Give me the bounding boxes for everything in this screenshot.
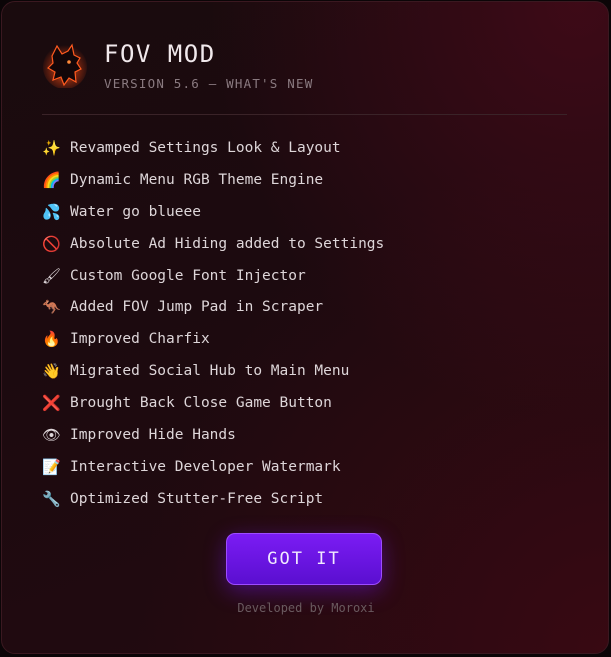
cross-mark-icon: ❌ xyxy=(42,394,61,413)
dialog-header: FOV MOD VERSION 5.6 — WHAT'S NEW xyxy=(42,40,567,100)
changelog-item-label: Water go blueee xyxy=(70,203,201,220)
list-item: 📝 Interactive Developer Watermark xyxy=(42,451,572,483)
header-divider xyxy=(42,114,567,115)
whats-new-dialog: FOV MOD VERSION 5.6 — WHAT'S NEW ✨ Revamp… xyxy=(1,1,609,654)
list-item: 🔧 Optimized Stutter-Free Script xyxy=(42,483,572,515)
kangaroo-icon: 🦘 xyxy=(42,298,61,317)
developer-credit: Developed by Moroxi xyxy=(237,601,375,615)
version-subtitle: VERSION 5.6 — WHAT'S NEW xyxy=(104,76,314,91)
list-item: 👁 Improved Hide Hands xyxy=(42,419,572,451)
changelog-item-label: Migrated Social Hub to Main Menu xyxy=(70,363,350,380)
got-it-button[interactable]: GOT IT xyxy=(226,533,382,585)
list-item: 🚫 Absolute Ad Hiding added to Settings xyxy=(42,228,572,260)
paintbrush-icon: 🖌 xyxy=(42,266,62,285)
list-item: 🖌 Custom Google Font Injector xyxy=(42,260,572,292)
list-item: ✨ Revamped Settings Look & Layout xyxy=(42,132,572,164)
list-item: ❌ Brought Back Close Game Button xyxy=(42,387,572,419)
changelog-item-label: Custom Google Font Injector xyxy=(70,267,306,284)
rainbow-icon: 🌈 xyxy=(42,170,61,189)
fox-silhouette-icon xyxy=(43,43,87,88)
changelog-item-label: Optimized Stutter-Free Script xyxy=(70,490,324,507)
changelog-item-label: Revamped Settings Look & Layout xyxy=(70,139,341,156)
changelog-item-label: Brought Back Close Game Button xyxy=(70,395,332,412)
prohibited-icon: 🚫 xyxy=(42,234,61,253)
list-item: 👋 Migrated Social Hub to Main Menu xyxy=(42,355,572,387)
sparkles-icon: ✨ xyxy=(42,138,61,157)
list-item: 💦 Water go blueee xyxy=(42,196,572,228)
changelog-item-label: Interactive Developer Watermark xyxy=(70,458,341,475)
changelog-item-label: Added FOV Jump Pad in Scraper xyxy=(70,299,324,316)
memo-icon: 📝 xyxy=(42,457,61,476)
list-item: 🌈 Dynamic Menu RGB Theme Engine xyxy=(42,164,572,196)
list-item: 🔥 Improved Charfix xyxy=(42,323,572,355)
wrench-icon: 🔧 xyxy=(42,489,61,508)
changelog-item-label: Improved Charfix xyxy=(70,331,210,348)
water-drops-icon: 💦 xyxy=(42,202,61,221)
dialog-title: FOV MOD xyxy=(104,40,216,68)
list-item: 🦘 Added FOV Jump Pad in Scraper xyxy=(42,291,572,323)
changelog-item-label: Dynamic Menu RGB Theme Engine xyxy=(70,171,324,188)
changelog-list: ✨ Revamped Settings Look & Layout 🌈 Dynamic… xyxy=(42,132,572,515)
changelog-item-label: Absolute Ad Hiding added to Settings xyxy=(70,235,385,252)
changelog-item-label: Improved Hide Hands xyxy=(70,426,236,443)
fire-icon: 🔥 xyxy=(42,330,61,349)
eye-icon: 👁 xyxy=(42,425,62,444)
waving-hand-icon: 👋 xyxy=(42,362,61,381)
